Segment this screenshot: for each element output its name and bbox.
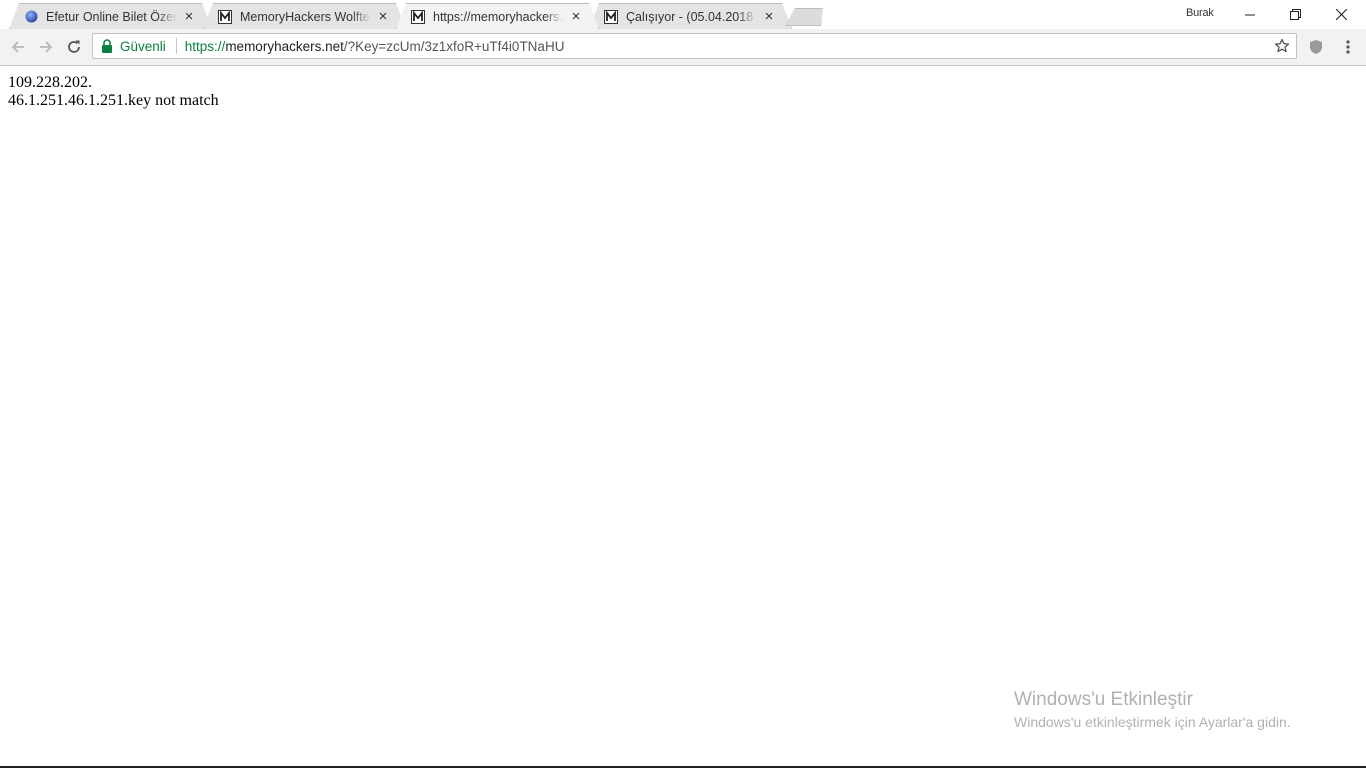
page-content: 109.228.202. 46.1.251.46.1.251.key not m…: [0, 66, 1366, 766]
address-bar[interactable]: Güvenli https://memoryhackers.net/?Key=z…: [92, 33, 1297, 59]
omnibox-divider: [175, 38, 177, 54]
tab-close-icon[interactable]: ×: [181, 9, 197, 25]
forward-button[interactable]: [36, 37, 56, 57]
minimize-button[interactable]: [1227, 0, 1273, 29]
tab-efetur[interactable]: Efetur Online Bilet Özem ×: [9, 3, 212, 29]
tab-strip: Efetur Online Bilet Özem × MemoryHackers…: [0, 0, 1366, 30]
lock-icon: [102, 39, 112, 53]
extension-button[interactable]: [1306, 37, 1326, 57]
menu-button[interactable]: [1338, 37, 1358, 57]
reload-button[interactable]: [64, 37, 84, 57]
tab-memoryhackers-wolfteam[interactable]: MemoryHackers Wolftea ×: [203, 3, 406, 29]
activation-watermark-title: Windows'u Etkinleştir: [1014, 689, 1193, 710]
arrow-right-icon: [40, 41, 53, 53]
tab-title: Çalışıyor - (05.04.2018 Gi: [626, 9, 757, 24]
globe-blue-icon: [24, 10, 38, 24]
tab-title: MemoryHackers Wolftea: [240, 9, 371, 24]
page-text-line: 46.1.251.46.1.251.key not match: [8, 92, 219, 109]
reload-icon: [68, 40, 80, 53]
back-button[interactable]: [8, 37, 28, 57]
tab-close-icon[interactable]: ×: [761, 9, 777, 25]
tab-title: Efetur Online Bilet Özem: [46, 9, 177, 24]
memoryhackers-m-icon: [604, 10, 618, 24]
close-icon: [1335, 9, 1347, 20]
memoryhackers-m-icon: [218, 10, 232, 24]
new-tab-button[interactable]: [785, 8, 827, 26]
tab-title: https://memoryhackers.n: [433, 9, 564, 24]
memoryhackers-m-icon: [411, 10, 425, 24]
profile-name[interactable]: Burak: [1186, 7, 1214, 19]
restore-button[interactable]: [1272, 0, 1318, 29]
url-host: memoryhackers.net: [225, 38, 344, 54]
restore-icon: [1289, 9, 1301, 20]
arrow-left-icon: [11, 41, 24, 53]
close-window-button[interactable]: [1318, 0, 1364, 29]
activation-watermark-subtitle: Windows'u etkinleştirmek için Ayarlar'a …: [1014, 714, 1291, 730]
tab-close-icon[interactable]: ×: [568, 9, 584, 25]
bookmark-star-icon[interactable]: [1274, 38, 1290, 54]
browser-toolbar: Güvenli https://memoryhackers.net/?Key=z…: [0, 29, 1366, 66]
page-text-line: 109.228.202.: [8, 74, 92, 91]
url-path: /?Key=zcUm/3z1xfoR+uTf4i0TNaHU: [343, 38, 565, 54]
tab-memoryhackers-active[interactable]: https://memoryhackers.n ×: [396, 3, 599, 29]
tab-close-icon[interactable]: ×: [375, 9, 391, 25]
kebab-menu-icon: [1346, 40, 1350, 54]
shield-icon: [1310, 40, 1322, 54]
tab-calisiyor[interactable]: Çalışıyor - (05.04.2018 Gi ×: [589, 3, 792, 29]
url-text[interactable]: https://memoryhackers.net/?Key=zcUm/3z1x…: [185, 39, 565, 54]
url-scheme: https://: [184, 38, 226, 54]
minimize-icon: [1245, 14, 1255, 15]
security-label[interactable]: Güvenli: [120, 39, 166, 54]
